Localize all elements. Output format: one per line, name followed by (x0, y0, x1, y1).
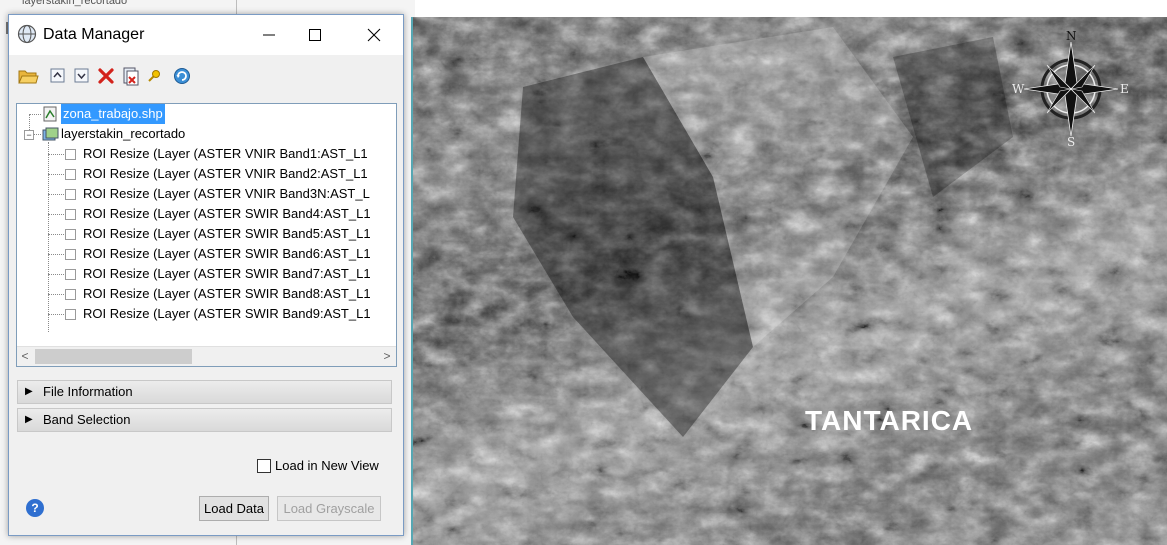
compass-n: N (1066, 30, 1077, 43)
help-button[interactable]: ? (26, 499, 44, 517)
tree-guide (29, 114, 41, 115)
pin-icon[interactable] (143, 65, 165, 87)
expand-triangle-icon: ▶ (25, 414, 33, 425)
expander-raster[interactable]: − (24, 130, 34, 140)
minimize-button[interactable] (247, 15, 291, 55)
section-band-selection[interactable]: ▶ Band Selection (17, 408, 392, 432)
background-breadcrumb: layerstakin_recortado (22, 0, 128, 7)
layer-tree[interactable]: zona_trabajo.shp − layerstakin_recortado… (16, 103, 397, 367)
shapefile-label: zona_trabajo.shp (61, 104, 165, 124)
remove-all-icon[interactable] (119, 65, 141, 87)
maximize-button[interactable] (293, 15, 337, 55)
background-divider-bottom (236, 536, 237, 545)
compass-rose-icon: N S W E (1012, 29, 1130, 149)
load-grayscale-button[interactable]: Load Grayscale (277, 496, 381, 521)
toolbar (9, 65, 403, 91)
band-checkbox[interactable] (65, 209, 76, 220)
band-checkbox[interactable] (65, 289, 76, 300)
band-label: ROI Resize (Layer (ASTER SWIR Band7:AST_… (83, 266, 371, 281)
compass-w: W (1012, 82, 1025, 96)
scroll-right-arrow-icon[interactable]: > (379, 348, 395, 365)
band-checkbox[interactable] (65, 149, 76, 160)
data-manager-window: Data Manager zona_trabajo.shp − layersta… (8, 14, 404, 536)
tree-guide (48, 174, 64, 175)
compass-e: E (1120, 82, 1129, 96)
shapefile-icon (43, 106, 57, 122)
band-label: ROI Resize (Layer (ASTER SWIR Band9:AST_… (83, 306, 371, 321)
refresh-icon[interactable] (171, 65, 193, 87)
band-checkbox[interactable] (65, 169, 76, 180)
band-label: ROI Resize (Layer (ASTER SWIR Band4:AST_… (83, 206, 371, 221)
app-icon (17, 24, 37, 44)
band-label: ROI Resize (Layer (ASTER SWIR Band5:AST_… (83, 226, 371, 241)
band-checkbox[interactable] (65, 309, 76, 320)
tree-guide (48, 214, 64, 215)
tree-horizontal-scrollbar[interactable]: < > (17, 346, 396, 366)
tree-guide (48, 274, 64, 275)
section-file-information[interactable]: ▶ File Information (17, 380, 392, 404)
load-data-button[interactable]: Load Data (199, 496, 269, 521)
band-checkbox[interactable] (65, 269, 76, 280)
band-label: ROI Resize (Layer (ASTER VNIR Band2:AST_… (83, 166, 368, 181)
tree-guide (48, 314, 64, 315)
tree-guide (48, 234, 64, 235)
background-divider-top (236, 0, 237, 14)
tree-guide (48, 194, 64, 195)
scroll-left-arrow-icon[interactable]: < (17, 348, 33, 365)
tree-guide (48, 254, 64, 255)
remove-icon[interactable] (95, 65, 117, 87)
title-bar[interactable]: Data Manager (9, 15, 403, 55)
band-checkbox[interactable] (65, 249, 76, 260)
window-title: Data Manager (43, 26, 145, 43)
tree-guide (33, 134, 41, 135)
maximize-icon (309, 29, 321, 41)
expand-all-icon[interactable] (71, 65, 93, 87)
band-label: ROI Resize (Layer (ASTER VNIR Band3N:AST… (83, 186, 370, 201)
place-label: TANTARICA (805, 405, 974, 436)
section-band-selection-label: Band Selection (43, 412, 131, 427)
band-label: ROI Resize (Layer (ASTER SWIR Band8:AST_… (83, 286, 371, 301)
section-file-information-label: File Information (43, 384, 133, 399)
tree-guide (48, 142, 49, 332)
open-folder-icon[interactable] (17, 65, 39, 87)
minimize-icon (263, 34, 275, 36)
band-label: ROI Resize (Layer (ASTER SWIR Band6:AST_… (83, 246, 371, 261)
tree-guide (48, 154, 64, 155)
close-button[interactable] (352, 15, 396, 55)
load-new-view-label[interactable]: Load in New View (275, 458, 379, 473)
raster-icon (42, 127, 59, 141)
compass-s: S (1067, 135, 1075, 148)
load-new-view-checkbox[interactable] (257, 459, 271, 473)
tree-guide (48, 294, 64, 295)
collapse-all-icon[interactable] (47, 65, 69, 87)
scroll-thumb[interactable] (35, 349, 192, 364)
close-icon (367, 28, 381, 42)
expand-triangle-icon: ▶ (25, 386, 33, 397)
band-label: ROI Resize (Layer (ASTER VNIR Band1:AST_… (83, 146, 368, 161)
band-checkbox[interactable] (65, 229, 76, 240)
raster-label: layerstakin_recortado (61, 126, 186, 141)
band-checkbox[interactable] (65, 189, 76, 200)
